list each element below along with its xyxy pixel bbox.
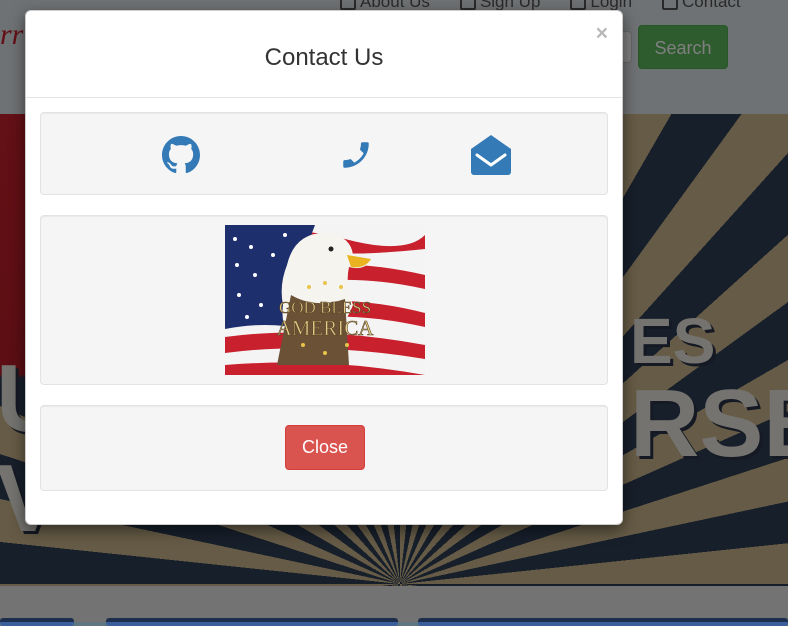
close-button[interactable]: Close (285, 425, 365, 470)
image-caption-line1: GOD BLESS (279, 298, 371, 317)
close-icon[interactable]: × (596, 23, 608, 44)
modal-title: Contact Us (264, 44, 384, 71)
envelope-open-icon[interactable] (469, 133, 513, 177)
contact-icons-panel (40, 112, 608, 195)
god-bless-america-image: GOD BLESS AMERICA (225, 225, 425, 375)
modal-header: Contact Us × (26, 11, 622, 98)
image-panel: GOD BLESS AMERICA (40, 215, 608, 385)
close-panel: Close (40, 405, 608, 491)
contact-modal: Contact Us × GOD BLESS AMERICA Close (25, 10, 623, 525)
image-caption-line2: AMERICA (277, 316, 375, 340)
github-icon[interactable] (159, 133, 203, 177)
phone-icon[interactable] (334, 133, 378, 177)
